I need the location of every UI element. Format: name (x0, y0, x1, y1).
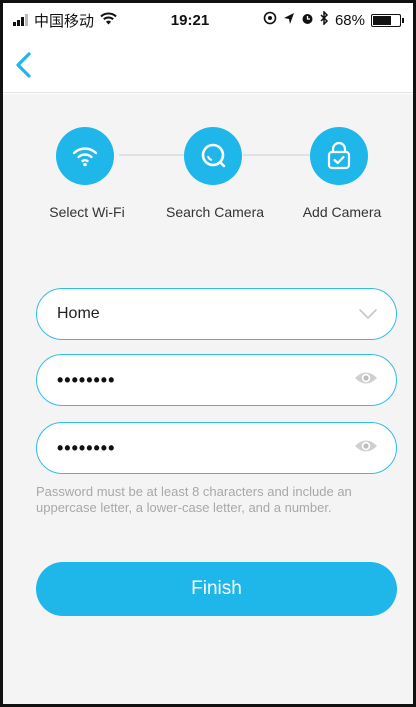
camera-lock-icon (327, 141, 351, 170)
confirm-password-value: •••••••• (57, 437, 116, 458)
back-button[interactable] (13, 51, 37, 79)
network-select[interactable]: Home (36, 288, 397, 340)
chevron-left-icon (16, 52, 31, 78)
step-label-select-wifi: Select Wi-Fi (49, 204, 125, 220)
chevron-down-icon (359, 309, 377, 320)
step-label-search-camera: Search Camera (165, 204, 265, 220)
step-add-camera (310, 127, 368, 185)
navigation-icon (283, 12, 295, 29)
confirm-password-field[interactable]: •••••••• (36, 422, 397, 474)
setup-content: Select Wi-Fi Search Camera Add Camera Ho… (3, 94, 413, 704)
password-hint: Password must be at least 8 characters a… (36, 484, 352, 515)
eye-icon[interactable] (354, 438, 378, 459)
step-indicator: Select Wi-Fi Search Camera Add Camera (3, 112, 413, 220)
step-search-camera (184, 127, 242, 185)
battery-percent: 68% (334, 11, 365, 29)
status-left: 中国移动 (13, 10, 117, 31)
eye-icon[interactable] (354, 370, 378, 391)
status-time: 19:21 (170, 11, 210, 29)
alarm-icon (301, 12, 314, 29)
status-right: 68% (263, 10, 404, 29)
nav-bar (3, 37, 413, 93)
step-connector (243, 154, 313, 156)
network-select-value: Home (57, 305, 100, 322)
password-value: •••••••• (57, 369, 116, 390)
search-icon (201, 143, 226, 168)
status-bar: 中国移动 19:21 68% (3, 3, 413, 37)
wifi-icon (72, 147, 98, 167)
location-lock-icon (263, 11, 277, 29)
wifi-icon (100, 12, 117, 29)
bluetooth-icon (320, 10, 329, 29)
step-connector (119, 154, 185, 156)
finish-button[interactable]: Finish (36, 562, 397, 616)
app-screen: 中国移动 19:21 68% Select Wi-Fi Search Camer… (0, 0, 416, 707)
battery-icon (370, 13, 404, 27)
step-label-add-camera: Add Camera (302, 204, 382, 220)
carrier-name: 中国移动 (34, 12, 95, 30)
signal-icon (13, 14, 28, 26)
password-field[interactable]: •••••••• (36, 354, 397, 406)
step-select-wifi (56, 127, 114, 185)
